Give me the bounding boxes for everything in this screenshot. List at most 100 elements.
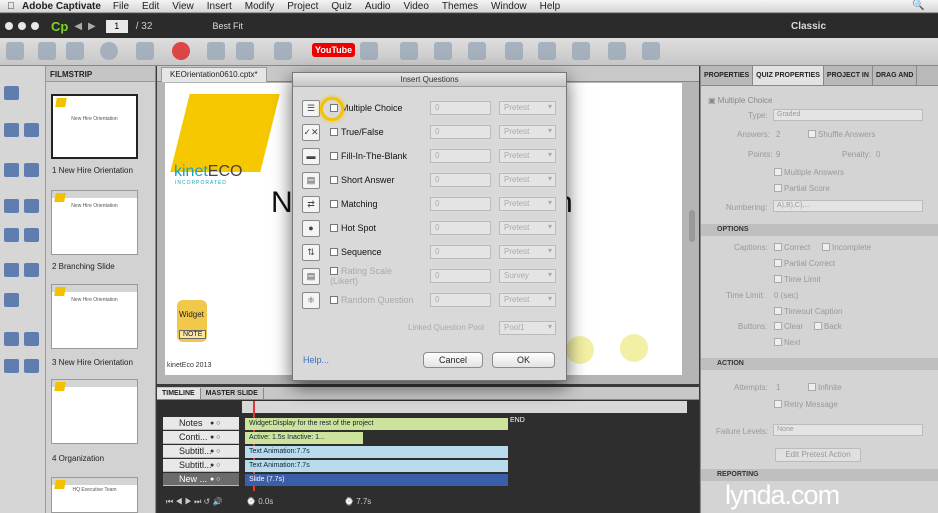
tab-timeline[interactable]: TIMELINE — [157, 388, 201, 399]
multiple-choice-count[interactable]: 0 — [430, 101, 491, 115]
timeline-track[interactable]: Widget:Display for the rest of the proje… — [245, 418, 508, 430]
short-answer-checkbox[interactable]: Short Answer — [330, 175, 422, 185]
minimize-window-button[interactable] — [18, 22, 26, 30]
menu-modify[interactable]: Modify — [245, 1, 274, 12]
cancel-button[interactable]: Cancel — [423, 352, 483, 368]
matching-count[interactable]: 0 — [430, 197, 491, 211]
stage-scrollbar[interactable] — [689, 210, 695, 242]
menu-project[interactable]: Project — [287, 1, 318, 12]
timeline-track[interactable]: Active: 1.5s Inactive: 1... — [245, 432, 363, 444]
zoom-area-icon[interactable] — [24, 199, 39, 213]
true-false-checkbox[interactable]: True/False — [330, 127, 422, 137]
partial-correct-checkbox[interactable]: Partial Correct — [774, 259, 835, 268]
publish-icon[interactable] — [136, 42, 154, 60]
caption-icon[interactable] — [4, 123, 19, 137]
filmstrip-slide-1[interactable]: New Hire Orientation — [51, 94, 138, 159]
random-question-checkbox[interactable]: Random Question — [330, 295, 422, 305]
visibility-lock-icons[interactable]: ● ○ — [210, 417, 240, 430]
grid-icon[interactable] — [6, 42, 24, 60]
save-icon[interactable] — [38, 42, 56, 60]
workspace-select[interactable]: Classic — [791, 21, 826, 32]
apple-icon[interactable]:  — [0, 1, 22, 12]
star-icon[interactable] — [4, 86, 19, 100]
sequence-checkbox[interactable]: Sequence — [330, 247, 422, 257]
mouse-icon[interactable] — [4, 263, 19, 277]
help-link[interactable]: Help... — [303, 355, 329, 365]
document-tab[interactable]: KEOrientation0610.cptx* — [161, 67, 267, 82]
image-icon[interactable] — [4, 163, 19, 177]
question-row-hot-spot[interactable]: ● Hot Spot — [302, 219, 422, 237]
align-right-icon[interactable] — [572, 42, 590, 60]
rating-scale-type-select[interactable]: Survey — [499, 269, 556, 283]
visibility-lock-icons[interactable]: ● ○ — [210, 431, 240, 444]
rectangle-icon[interactable] — [4, 199, 19, 213]
tab-project-info[interactable]: PROJECT IN — [824, 66, 873, 85]
menu-video[interactable]: Video — [404, 1, 429, 12]
character-icon[interactable] — [274, 42, 292, 60]
widget-icon[interactable] — [24, 332, 39, 346]
visibility-lock-icons[interactable]: ● ○ — [210, 473, 240, 486]
menu-help[interactable]: Help — [540, 1, 561, 12]
menu-edit[interactable]: Edit — [142, 1, 159, 12]
options-section-header[interactable]: OPTIONS — [701, 224, 938, 236]
timeline-controls[interactable]: ⏮ ◀ ▶ ⏭ ↺ 🔊 — [166, 497, 222, 507]
failure-levels-select[interactable]: None — [773, 424, 923, 436]
filmstrip-slide-4[interactable] — [51, 379, 138, 444]
true-false-count[interactable]: 0 — [430, 125, 491, 139]
shuffle-answers-checkbox[interactable]: Shuffle Answers — [808, 130, 875, 139]
undo-icon[interactable] — [66, 42, 84, 60]
question-row-random-question[interactable]: ⚛ Random Question — [302, 291, 422, 309]
tab-drag-and-drop[interactable]: DRAG AND — [873, 66, 918, 85]
align-left-icon[interactable] — [505, 42, 523, 60]
align-middle-icon[interactable] — [642, 42, 660, 60]
rating-scale-checkbox[interactable]: Rating Scale (Likert) — [330, 266, 422, 286]
correct-checkbox[interactable]: Correct — [774, 243, 810, 252]
menu-file[interactable]: File — [113, 1, 129, 12]
menu-audio[interactable]: Audio — [365, 1, 391, 12]
next-slide-icon[interactable]: ▶ — [88, 21, 96, 32]
timeout-caption-checkbox[interactable]: Timeout Caption — [774, 307, 842, 316]
menu-window[interactable]: Window — [491, 1, 527, 12]
time-limit-checkbox[interactable]: Time Limit — [774, 275, 821, 284]
text-caption-icon[interactable] — [24, 123, 39, 137]
penalty-value[interactable]: 0 — [876, 150, 880, 159]
infinite-checkbox[interactable]: Infinite — [808, 383, 842, 392]
media-icon[interactable] — [4, 359, 19, 373]
spotlight-icon[interactable]: 🔍 — [912, 0, 924, 11]
youtube-button[interactable]: YouTube — [312, 43, 356, 57]
timeline-ruler[interactable] — [242, 401, 687, 413]
short-answer-count[interactable]: 0 — [430, 173, 491, 187]
preview-icon[interactable] — [100, 42, 118, 60]
sequence-count[interactable]: 0 — [430, 245, 491, 259]
question-row-short-answer[interactable]: ▤ Short Answer — [302, 171, 422, 189]
question-row-sequence[interactable]: ⇅ Sequence — [302, 243, 422, 261]
time-limit-value[interactable]: 0 (sec) — [774, 291, 798, 300]
random-question-count[interactable]: 0 — [430, 293, 491, 307]
matching-type-select[interactable]: Pretest — [499, 197, 556, 211]
menu-themes[interactable]: Themes — [442, 1, 478, 12]
filmstrip-slide-3[interactable]: New Hire Orientation — [51, 284, 138, 349]
widget-object[interactable]: Widget NOTE — [177, 300, 207, 342]
visibility-lock-icons[interactable]: ● ○ — [210, 459, 240, 472]
click-box-icon[interactable] — [24, 263, 39, 277]
align-top-icon[interactable] — [608, 42, 626, 60]
edit-pretest-action-button[interactable]: Edit Pretest Action — [775, 448, 861, 462]
linked-pool-select[interactable]: Pool1 — [499, 321, 556, 335]
hot-spot-count[interactable]: 0 — [430, 221, 491, 235]
fill-in-the-blank-count[interactable]: 0 — [430, 149, 491, 163]
prev-slide-icon[interactable]: ◀ — [74, 21, 82, 32]
hot-spot-type-select[interactable]: Pretest — [499, 221, 556, 235]
menu-quiz[interactable]: Quiz — [331, 1, 352, 12]
question-row-rating-scale[interactable]: ▤ Rating Scale (Likert) — [302, 266, 422, 286]
timeline-track[interactable]: Text Animation:7.7s — [245, 446, 508, 458]
table-icon[interactable] — [400, 42, 418, 60]
rating-scale-count[interactable]: 0 — [430, 269, 491, 283]
true-false-type-select[interactable]: Pretest — [499, 125, 556, 139]
tab-master-slide[interactable]: MASTER SLIDE — [201, 388, 264, 399]
numbering-select[interactable]: A),B),C),... — [773, 200, 923, 212]
multiple-answers-checkbox[interactable]: Multiple Answers — [774, 168, 844, 177]
points-value[interactable]: 9 — [776, 150, 780, 159]
question-row-fill-in-the-blank[interactable]: ▬ Fill-In-The-Blank — [302, 147, 422, 165]
type-select[interactable]: Graded — [773, 109, 923, 121]
matching-checkbox[interactable]: Matching — [330, 199, 422, 209]
